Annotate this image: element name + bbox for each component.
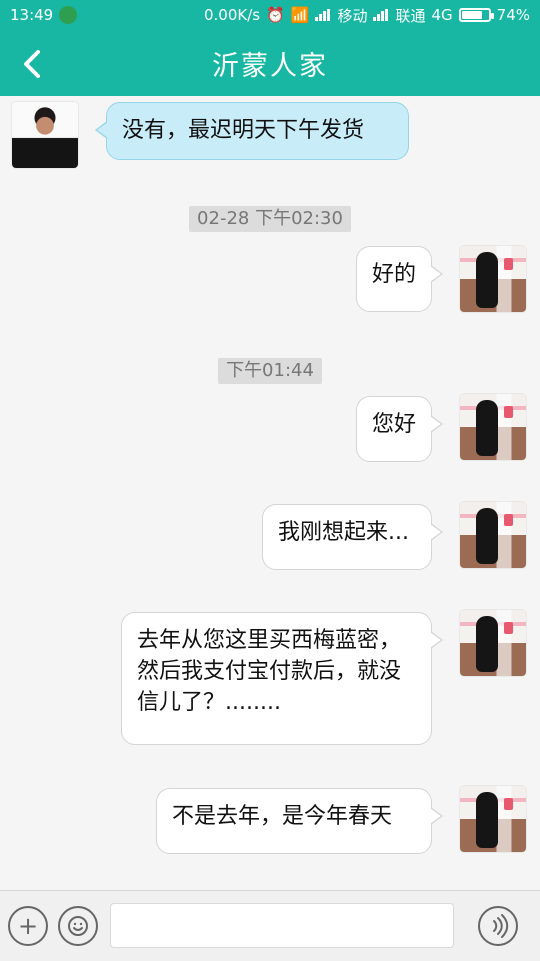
message-bubble-outgoing[interactable]: 我刚想起来... (262, 504, 443, 570)
chat-area: 没有，最迟明天下午发货 02-28 下午02:30 好的 下午01:44 您好 … (0, 96, 540, 890)
chat-header: 沂蒙人家 (0, 30, 540, 96)
input-bar: + (0, 890, 540, 961)
network-speed: 0.00K/s (203, 6, 261, 24)
voice-button[interactable] (478, 906, 518, 946)
self-avatar[interactable] (460, 502, 526, 568)
voice-icon (493, 914, 509, 938)
status-left: 13:49 (10, 6, 78, 24)
battery-percent: 74% (496, 6, 530, 24)
timestamp-label: 02-28 下午02:30 (189, 206, 351, 232)
timestamp: 下午01:44 (0, 358, 540, 384)
status-right: 0.00K/s ⏰ 📶 移动 联通 4G 74% (204, 5, 530, 26)
message-bubble-outgoing[interactable]: 去年从您这里买西梅蓝密，然后我支付宝付款后，就没信儿了？........ (121, 612, 443, 745)
contact-avatar[interactable] (12, 102, 78, 168)
carrier-1: 移动 (337, 6, 368, 25)
message-bubble-outgoing[interactable]: 好的 (356, 246, 443, 312)
timestamp: 02-28 下午02:30 (0, 206, 540, 232)
self-avatar[interactable] (460, 246, 526, 312)
message-input[interactable] (110, 903, 454, 948)
emoji-button[interactable] (58, 906, 98, 946)
message-bubble-outgoing[interactable]: 您好 (356, 396, 443, 462)
signal-icon-1 (315, 9, 331, 21)
status-bar: 13:49 0.00K/s ⏰ 📶 移动 联通 4G 74% (0, 0, 540, 30)
plus-icon: + (17, 912, 39, 940)
timestamp-label: 下午01:44 (218, 358, 322, 384)
wifi-icon: 📶 (290, 6, 310, 24)
self-avatar[interactable] (460, 610, 526, 676)
self-avatar[interactable] (460, 786, 526, 852)
self-avatar[interactable] (460, 394, 526, 460)
message-bubble-outgoing[interactable]: 不是去年，是今年春天 (156, 788, 443, 854)
carrier-2: 联通 (395, 6, 426, 25)
signal-icon-2 (373, 9, 389, 21)
plus-button[interactable]: + (8, 906, 48, 946)
battery-icon (458, 8, 494, 22)
app-badge-icon (59, 6, 78, 24)
emoji-icon (68, 916, 88, 936)
network-type: 4G (431, 6, 453, 24)
page-title: 沂蒙人家 (212, 51, 328, 82)
status-time: 13:49 (10, 6, 54, 24)
battery-fill (461, 11, 483, 19)
message-bubble-incoming[interactable]: 没有，最迟明天下午发货 (95, 102, 409, 160)
alarm-icon: ⏰ (266, 6, 285, 24)
